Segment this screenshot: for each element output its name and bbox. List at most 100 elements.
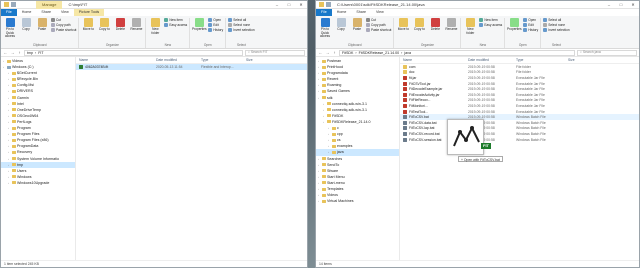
open-button[interactable]: Open: [523, 18, 538, 22]
move-to-button[interactable]: Move to: [396, 18, 410, 32]
breadcrumb-fitsdk[interactable]: FitSDK: [342, 51, 353, 55]
edit-button[interactable]: Edit: [523, 23, 538, 27]
easy-access-button[interactable]: Easy access: [164, 23, 187, 27]
select-all-button[interactable]: Select all: [543, 18, 569, 22]
easy-access-button[interactable]: Easy access: [479, 23, 502, 27]
copy-to-button[interactable]: Copy to: [412, 18, 426, 32]
chevron-right-icon[interactable]: ›: [318, 198, 321, 204]
path-box[interactable]: FitSDK › FitSDKRelease_21.14.00 › java: [339, 49, 575, 56]
pin-button[interactable]: Pin to Quick access: [3, 18, 17, 39]
folder-icon: [327, 102, 331, 106]
file-row[interactable]: FitToCSV-session.bat2019-09-19 00:58Wind…: [400, 137, 639, 143]
new-folder-button[interactable]: New folder: [463, 18, 477, 35]
file-type: Windows Batch File: [516, 131, 546, 136]
delete-button[interactable]: Delete: [113, 18, 127, 32]
tab-home[interactable]: Home: [17, 9, 37, 16]
delete-button[interactable]: Delete: [428, 18, 442, 32]
file-date: 2019-09-19 00:58: [468, 92, 495, 97]
back-arrow-icon[interactable]: ←: [318, 50, 323, 55]
paste-shortcut-button[interactable]: Paste shortcut: [366, 28, 391, 32]
minimize-button[interactable]: –: [603, 1, 615, 9]
tab-view[interactable]: View: [56, 9, 74, 16]
copy-button[interactable]: Copy: [19, 18, 33, 32]
column-type[interactable]: Type: [201, 58, 246, 62]
navigation-tree: › Videos › Windows (C:) › $GetCurrent › $Recycl…: [1, 57, 76, 266]
new-item-button[interactable]: New item: [164, 18, 187, 22]
quick-access-toolbar-icon[interactable]: [326, 2, 331, 7]
new-folder-button[interactable]: New folder: [148, 18, 162, 35]
copy-path-button[interactable]: Copy path: [51, 23, 76, 27]
tab-share[interactable]: Share: [36, 9, 56, 16]
invert-selection-button[interactable]: Invert selection: [228, 28, 255, 32]
file-date: 2019-09-19 00:58: [468, 81, 495, 86]
tab-home[interactable]: Home: [332, 9, 352, 16]
properties-button[interactable]: Properties: [192, 18, 207, 32]
maximize-button[interactable]: □: [283, 1, 295, 9]
breadcrumb-tmp[interactable]: tmp: [27, 51, 33, 55]
tree-item[interactable]: › Windows10Upgrade: [1, 180, 75, 186]
breadcrumb-fit[interactable]: FIT: [38, 51, 43, 55]
path-box[interactable]: tmp › FIT: [24, 49, 243, 56]
back-arrow-icon[interactable]: ←: [3, 50, 8, 55]
column-type[interactable]: Type: [516, 58, 568, 62]
column-name[interactable]: Name: [76, 58, 156, 62]
column-size[interactable]: Size: [246, 58, 266, 62]
new-item-button[interactable]: New item: [479, 18, 502, 22]
move-to-button[interactable]: Move to: [81, 18, 95, 32]
tab-share[interactable]: Share: [351, 9, 371, 16]
cut-button[interactable]: Cut: [366, 18, 391, 22]
copy-path-button[interactable]: Copy path: [366, 23, 391, 27]
tree-item[interactable]: › Virtual Machines: [316, 198, 399, 204]
rename-button[interactable]: Rename: [129, 18, 143, 32]
column-size[interactable]: Size: [568, 58, 588, 62]
minimize-button[interactable]: –: [271, 1, 283, 9]
column-date[interactable]: Date modified: [468, 58, 516, 62]
search-input[interactable]: ⌕ Search FIT: [245, 49, 305, 56]
bat-file-icon: [403, 126, 407, 131]
tab-file[interactable]: File: [316, 9, 332, 16]
tab-file[interactable]: File: [1, 9, 17, 16]
chevron-right-icon[interactable]: ›: [318, 95, 321, 101]
quick-access-toolbar-icon[interactable]: [11, 2, 16, 7]
file-type: Executable Jar File: [516, 92, 545, 97]
breadcrumb-release[interactable]: FitSDKRelease_21.14.00: [359, 51, 400, 55]
manage-context-tab[interactable]: Manage: [36, 1, 63, 9]
properties-button[interactable]: Properties: [507, 18, 522, 32]
forward-arrow-icon[interactable]: →: [325, 50, 330, 55]
rename-button[interactable]: Rename: [444, 18, 458, 32]
up-arrow-icon[interactable]: ↑: [332, 50, 337, 55]
search-input[interactable]: ⌕ Search java: [577, 49, 637, 56]
maximize-button[interactable]: □: [615, 1, 627, 9]
history-button[interactable]: History: [208, 28, 223, 32]
edit-button[interactable]: Edit: [208, 23, 223, 27]
close-button[interactable]: ✕: [295, 1, 307, 9]
paste-button[interactable]: Paste: [350, 18, 364, 32]
invert-selection-button[interactable]: Invert selection: [543, 28, 570, 32]
jar-file-icon: [403, 92, 407, 97]
close-button[interactable]: ✕: [627, 1, 639, 9]
breadcrumb-java[interactable]: java: [404, 51, 411, 55]
cut-button[interactable]: Cut: [51, 18, 76, 22]
drag-tooltip: + Open with FitToCSV.bat: [458, 156, 503, 162]
forward-arrow-icon[interactable]: →: [10, 50, 15, 55]
copy-to-button[interactable]: Copy to: [97, 18, 111, 32]
tab-view[interactable]: View: [371, 9, 389, 16]
chevron-right-icon[interactable]: ›: [3, 64, 6, 70]
select-none-button[interactable]: Select none: [543, 23, 569, 27]
chevron-right-icon[interactable]: ›: [323, 119, 326, 125]
history-button[interactable]: History: [523, 28, 538, 32]
column-name[interactable]: Name: [400, 58, 468, 62]
tab-picture-tools[interactable]: Picture Tools: [73, 9, 105, 16]
paste-shortcut-button[interactable]: Paste shortcut: [51, 28, 76, 32]
copy-button[interactable]: Copy: [334, 18, 348, 32]
select-all-button[interactable]: Select all: [228, 18, 254, 22]
paste-button[interactable]: Paste: [35, 18, 49, 32]
open-button[interactable]: Open: [208, 18, 223, 22]
file-row[interactable]: 4062A0374B.fit 2020-05-13 11:54 Flexible a…: [76, 64, 307, 70]
select-none-button[interactable]: Select none: [228, 23, 254, 27]
pin-button[interactable]: Pin to Quick access: [318, 18, 332, 39]
folder-icon: [12, 71, 16, 75]
column-date[interactable]: Date modified: [156, 58, 201, 62]
chevron-right-icon[interactable]: ›: [8, 180, 11, 186]
up-arrow-icon[interactable]: ↑: [17, 50, 22, 55]
